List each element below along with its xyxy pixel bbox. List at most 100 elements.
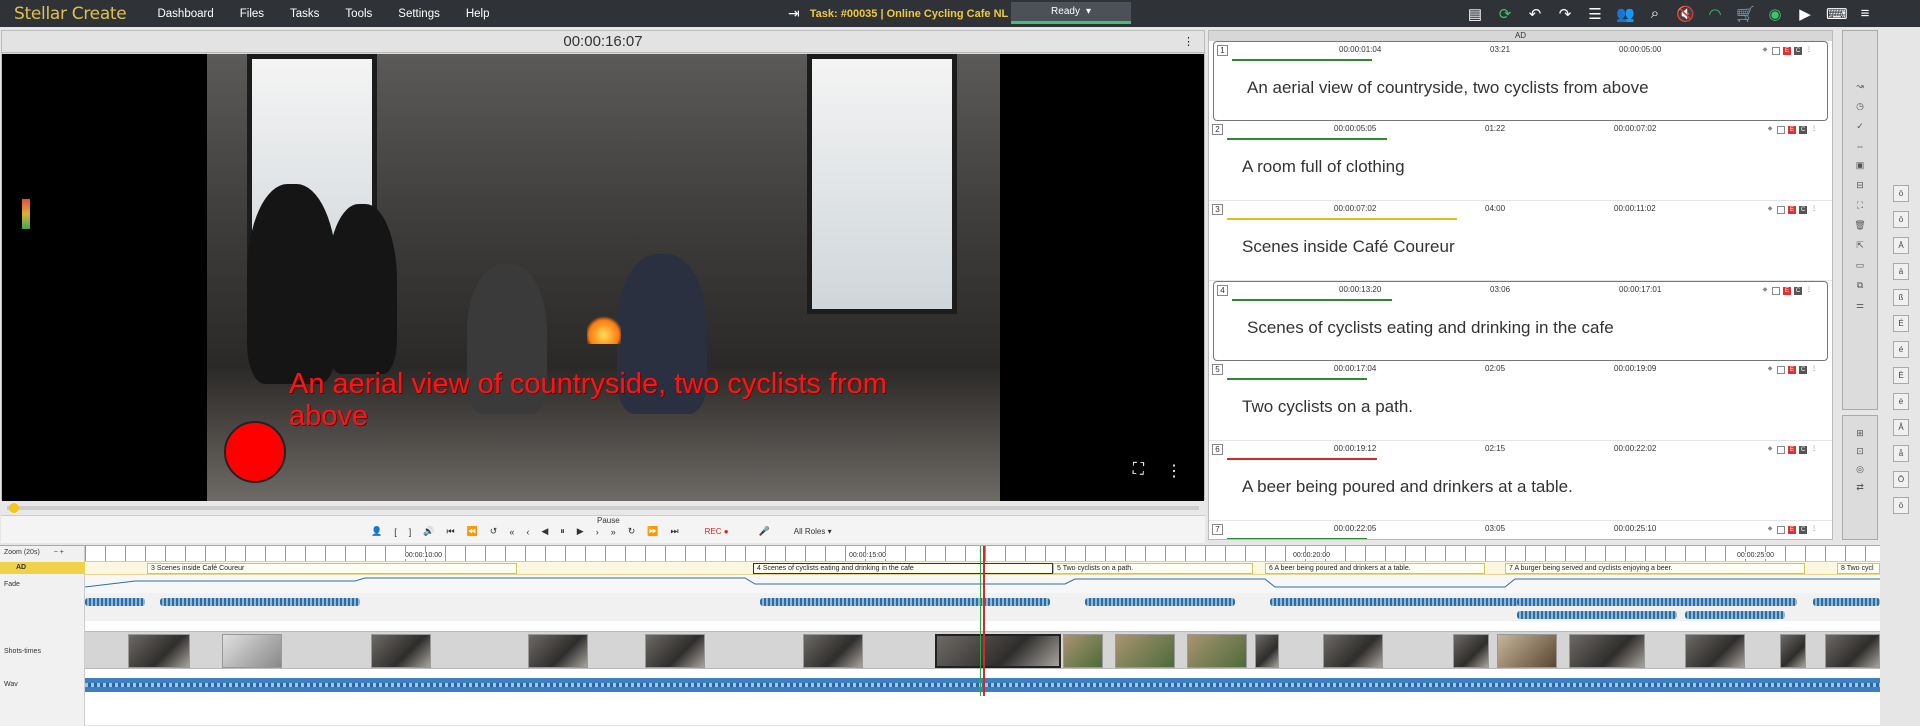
ad-item-text[interactable]: A room full of clothing — [1242, 157, 1405, 177]
char-key[interactable]: ö — [1893, 185, 1909, 202]
ad-out-time[interactable]: 00:00:11:02 — [1614, 204, 1656, 213]
ad-item[interactable]: 5 00:00:17:04 02:05 00:00:19:09 ◆ E C ⋮ Two cycl… — [1209, 361, 1832, 441]
c-icon[interactable]: C — [1799, 206, 1807, 214]
c-icon[interactable]: C — [1799, 126, 1807, 134]
list-icon[interactable]: ☰ — [1586, 5, 1604, 23]
translate-icon[interactable]: ⇄ — [1856, 482, 1864, 493]
ad-item[interactable]: 7 00:00:22:05 03:05 00:00:25:10 ◆ E C ⋮ — [1209, 521, 1832, 539]
copy-icon[interactable]: ⧉ — [1857, 280, 1863, 291]
zoom-in-icon[interactable]: + — [60, 549, 64, 556]
ad-in-time[interactable]: 00:00:22:05 — [1334, 524, 1376, 533]
char-key[interactable]: ß — [1893, 289, 1909, 306]
shot-thumbnail[interactable] — [371, 634, 431, 668]
ad-item-text[interactable]: Scenes inside Café Coureur — [1242, 237, 1455, 257]
shot-thumbnail[interactable] — [1255, 634, 1279, 668]
char-key[interactable]: é — [1893, 341, 1909, 358]
ad-item-text[interactable]: Scenes of cyclists eating and drinking i… — [1247, 318, 1614, 338]
ad-out-time[interactable]: 00:00:07:02 — [1614, 124, 1656, 133]
shot-thumbnail[interactable] — [128, 634, 190, 668]
menu-settings[interactable]: Settings — [385, 8, 453, 20]
checkbox-icon[interactable] — [1777, 446, 1785, 454]
undo-icon[interactable]: ↶ — [1526, 5, 1544, 23]
skip-end-icon[interactable]: ⏭ — [671, 526, 679, 537]
search-icon[interactable]: ⌕ — [1646, 5, 1664, 22]
e-icon[interactable]: E — [1788, 126, 1796, 134]
ad-clip[interactable]: 3 Scenes inside Café Coureur — [147, 563, 517, 574]
ad-clip[interactable]: 7 A burger being served and cyclists enj… — [1505, 563, 1805, 574]
menu-files[interactable]: Files — [227, 8, 277, 20]
shot-thumbnail[interactable] — [1453, 634, 1489, 668]
ad-item-text[interactable]: A beer being poured and drinkers at a ta… — [1242, 477, 1573, 497]
shot-thumbnail[interactable] — [1569, 634, 1645, 668]
step-back-icon[interactable]: ‹ — [526, 527, 529, 537]
more-icon[interactable]: ⋮ — [1810, 366, 1818, 374]
menu-help[interactable]: Help — [453, 8, 503, 20]
ad-item-text[interactable]: Two cyclists on a path. — [1242, 397, 1413, 417]
user-role-icon[interactable]: 👤 — [371, 526, 382, 537]
status-dropdown[interactable]: Ready ▾ — [1011, 2, 1131, 24]
more-icon[interactable]: ⋮ — [1810, 126, 1818, 134]
ad-item-text[interactable]: An aerial view of countryside, two cycli… — [1247, 78, 1649, 98]
seek-bar[interactable] — [1, 501, 1205, 515]
delete-icon[interactable]: 🗑 — [1854, 220, 1865, 231]
ad-out-time[interactable]: 00:00:05:00 — [1619, 45, 1661, 54]
track-label-ad[interactable]: AD — [0, 562, 85, 574]
ad-clip[interactable]: 8 Two cycl — [1837, 563, 1880, 574]
c-icon[interactable]: C — [1799, 366, 1807, 374]
menu-tasks[interactable]: Tasks — [277, 8, 332, 20]
shot-thumbnail[interactable] — [1497, 634, 1557, 668]
seek-handle[interactable] — [9, 503, 19, 513]
char-key[interactable]: É — [1893, 315, 1909, 332]
shot-thumbnail[interactable] — [803, 634, 863, 668]
shot-thumbnail[interactable] — [645, 634, 705, 668]
ad-clip[interactable]: 5 Two cyclists on a path. — [1053, 563, 1253, 574]
shot-thumbnail[interactable] — [1685, 634, 1745, 668]
volume-icon[interactable]: 🔊 — [423, 526, 434, 537]
rewind-icon[interactable]: ⏪ — [467, 526, 478, 537]
play-icon[interactable]: ▶ — [1796, 5, 1814, 23]
c-icon[interactable]: C — [1799, 446, 1807, 454]
char-key[interactable]: ö — [1893, 497, 1909, 514]
ad-clip[interactable]: 6 A beer being poured and drinkers at a … — [1265, 563, 1485, 574]
pause-icon[interactable]: ⏸ — [560, 526, 565, 537]
crop-icon[interactable]: ⛶ — [1857, 200, 1863, 211]
app-logo[interactable]: Stellar Create — [14, 4, 127, 24]
checkbox-icon[interactable] — [1777, 126, 1785, 134]
note-icon[interactable]: ▤ — [1466, 5, 1484, 23]
shot-thumbnail[interactable] — [1187, 634, 1247, 668]
shot-thumbnail-selected[interactable] — [935, 634, 1061, 668]
keyboard-icon[interactable]: ⌨ — [1826, 5, 1848, 23]
users-icon[interactable]: 👥 — [1616, 5, 1635, 23]
split-icon[interactable]: ⇔ — [1856, 141, 1865, 151]
diamond-icon[interactable]: ◆ — [1766, 206, 1774, 214]
cart-icon[interactable]: 🛒 — [1736, 5, 1755, 23]
user-circle-icon[interactable]: ◉ — [1766, 5, 1784, 23]
checkbox-icon[interactable] — [1777, 526, 1785, 534]
menu-dashboard[interactable]: Dashboard — [144, 8, 226, 20]
checkbox-icon[interactable] — [1777, 366, 1785, 374]
align-icon[interactable]: ⊞ — [1856, 428, 1864, 439]
ad-item[interactable]: 2 00:00:05:05 01:22 00:00:07:02 ◆ E C ⋮ A room f… — [1209, 121, 1832, 201]
step-forward-fast-icon[interactable]: » — [611, 527, 616, 537]
ad-in-time[interactable]: 00:00:13:20 — [1339, 285, 1381, 294]
more-icon[interactable]: ⋮ — [1810, 526, 1818, 534]
c-icon[interactable]: C — [1794, 287, 1802, 295]
e-icon[interactable]: E — [1783, 287, 1791, 295]
char-key[interactable]: ä — [1893, 263, 1909, 280]
step-forward-icon[interactable]: › — [596, 527, 599, 537]
c-icon[interactable]: C — [1794, 47, 1802, 55]
shot-thumbnail[interactable] — [528, 634, 588, 668]
more-icon[interactable]: ⋮ — [1810, 446, 1818, 454]
ad-in-time[interactable]: 00:00:07:02 — [1334, 204, 1376, 213]
spellcheck-icon[interactable]: ✓ — [1856, 121, 1864, 132]
diamond-icon[interactable]: ◆ — [1761, 287, 1769, 295]
skip-start-icon[interactable]: ⏮ — [446, 526, 454, 537]
save-icon[interactable]: ▣ — [1856, 160, 1865, 171]
checkbox-icon[interactable] — [1772, 287, 1780, 295]
shot-thumbnail[interactable] — [1323, 634, 1383, 668]
sliders-icon[interactable]: ⚌ — [1856, 300, 1864, 311]
menu-tools[interactable]: Tools — [332, 8, 385, 20]
exit-task-icon[interactable]: ⇥ — [788, 5, 800, 22]
checkbox-icon[interactable] — [1777, 206, 1785, 214]
zoom-out-icon[interactable]: − — [54, 549, 58, 556]
